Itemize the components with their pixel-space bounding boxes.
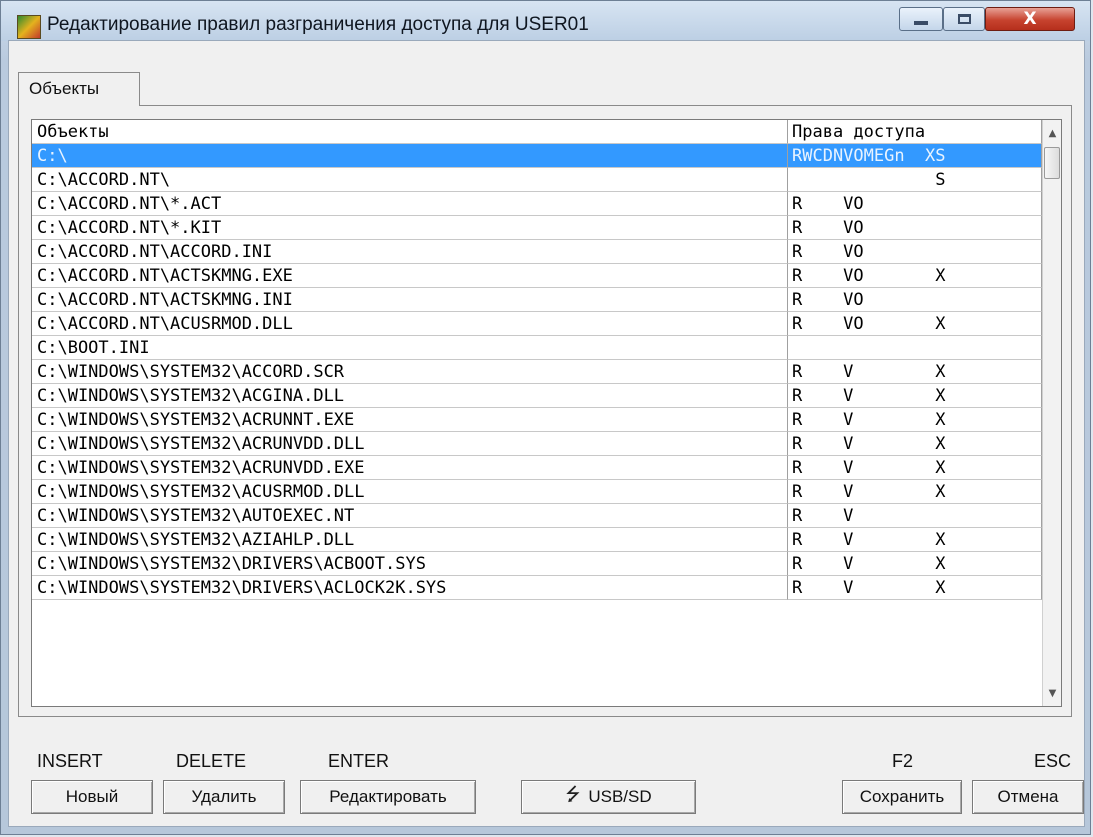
access-rights-cell[interactable]: R V X xyxy=(788,576,1042,600)
access-rights-cell[interactable]: R V X xyxy=(788,408,1042,432)
object-path-cell[interactable]: C:\ACCORD.NT\ACCORD.INI xyxy=(32,240,788,264)
grid-header: Объекты Права доступа xyxy=(32,120,1042,144)
cancel-button-label: Отмена xyxy=(997,787,1059,806)
rules-grid: Объекты Права доступа C:\ RWCDNVOMEGn XS C… xyxy=(31,119,1062,707)
object-path-cell[interactable]: C:\WINDOWS\SYSTEM32\AUTOEXEC.NT xyxy=(32,504,788,528)
usb-icon: ⭍ xyxy=(565,784,581,804)
access-rights-cell[interactable]: R VO xyxy=(788,216,1042,240)
key-hint-enter: ENTER xyxy=(328,751,390,771)
table-row[interactable]: C:\WINDOWS\SYSTEM32\ACCORD.SCR R V X xyxy=(32,360,1042,384)
table-row[interactable]: C:\WINDOWS\SYSTEM32\DRIVERS\ACBOOT.SYS R … xyxy=(32,552,1042,576)
object-path-cell[interactable]: C:\WINDOWS\SYSTEM32\ACRUNVDD.EXE xyxy=(32,456,788,480)
accord-app-icon xyxy=(17,15,41,39)
usb-sd-button[interactable]: ⭍ USB/SD xyxy=(521,780,696,814)
table-row[interactable]: C:\ACCORD.NT\ACUSRMOD.DLL R VO X xyxy=(32,312,1042,336)
object-path-cell[interactable]: C:\WINDOWS\SYSTEM32\ACUSRMOD.DLL xyxy=(32,480,788,504)
table-row[interactable]: C:\WINDOWS\SYSTEM32\AZIAHLP.DLL R V X xyxy=(32,528,1042,552)
access-rights-cell[interactable]: R V X xyxy=(788,552,1042,576)
object-path-cell[interactable]: C:\ACCORD.NT\ xyxy=(32,168,788,192)
delete-button[interactable]: Удалить xyxy=(163,780,285,814)
object-path-cell[interactable]: C:\WINDOWS\SYSTEM32\DRIVERS\ACLOCK2K.SYS xyxy=(32,576,788,600)
object-path-cell[interactable]: C:\WINDOWS\SYSTEM32\ACRUNNT.EXE xyxy=(32,408,788,432)
key-hint-f2: F2 xyxy=(892,751,914,771)
column-header-rights[interactable]: Права доступа xyxy=(788,120,1042,144)
access-rights-cell[interactable]: R VO xyxy=(788,192,1042,216)
edit-button-label: Редактировать xyxy=(329,787,447,806)
object-path-cell[interactable]: C:\BOOT.INI xyxy=(32,336,788,360)
save-button[interactable]: Сохранить xyxy=(842,780,962,814)
table-row[interactable]: C:\WINDOWS\SYSTEM32\ACUSRMOD.DLL R V X xyxy=(32,480,1042,504)
access-rights-cell[interactable]: R VO xyxy=(788,240,1042,264)
access-rights-cell[interactable]: R V X xyxy=(788,480,1042,504)
key-hint-insert: INSERT xyxy=(37,751,103,771)
key-hint-delete: DELETE xyxy=(176,751,247,771)
table-row[interactable]: C:\ACCORD.NT\*.ACT R VO xyxy=(32,192,1042,216)
scroll-down-arrow-icon[interactable]: ▼ xyxy=(1043,684,1061,704)
object-path-cell[interactable]: C:\ACCORD.NT\ACTSKMNG.EXE xyxy=(32,264,788,288)
object-path-cell[interactable]: C:\ACCORD.NT\ACUSRMOD.DLL xyxy=(32,312,788,336)
delete-button-label: Удалить xyxy=(191,787,257,806)
scroll-thumb[interactable] xyxy=(1044,147,1060,179)
close-button[interactable]: X xyxy=(985,7,1075,31)
close-icon: X xyxy=(1023,9,1037,29)
table-row[interactable]: C:\ACCORD.NT\*.KIT R VO xyxy=(32,216,1042,240)
access-rights-cell[interactable]: RWCDNVOMEGn XS xyxy=(788,144,1042,168)
access-rights-cell[interactable]: R V X xyxy=(788,384,1042,408)
object-path-cell[interactable]: C:\WINDOWS\SYSTEM32\ACCORD.SCR xyxy=(32,360,788,384)
object-path-cell[interactable]: C:\ xyxy=(32,144,788,168)
column-header-objects[interactable]: Объекты xyxy=(32,120,788,144)
maximize-button[interactable] xyxy=(943,7,985,31)
minimize-icon xyxy=(914,21,928,25)
new-button[interactable]: Новый xyxy=(31,780,153,814)
access-rights-cell[interactable]: R VO X xyxy=(788,264,1042,288)
key-hint-esc: ESC xyxy=(1034,751,1072,771)
table-row[interactable]: C:\WINDOWS\SYSTEM32\DRIVERS\ACLOCK2K.SYS… xyxy=(32,576,1042,600)
window-title: Редактирование правил разграничения дост… xyxy=(47,14,589,35)
object-path-cell[interactable]: C:\WINDOWS\SYSTEM32\AZIAHLP.DLL xyxy=(32,528,788,552)
table-row[interactable]: C:\WINDOWS\SYSTEM32\ACRUNVDD.DLL R V X xyxy=(32,432,1042,456)
object-path-cell[interactable]: C:\WINDOWS\SYSTEM32\ACRUNVDD.DLL xyxy=(32,432,788,456)
object-path-cell[interactable]: C:\ACCORD.NT\*.KIT xyxy=(32,216,788,240)
scroll-up-arrow-icon[interactable]: ▲ xyxy=(1043,124,1061,144)
minimize-button[interactable] xyxy=(899,7,943,31)
maximize-icon xyxy=(957,14,971,24)
object-path-cell[interactable]: C:\WINDOWS\SYSTEM32\ACGINA.DLL xyxy=(32,384,788,408)
access-rights-cell[interactable]: R V xyxy=(788,504,1042,528)
access-rights-cell[interactable]: R VO xyxy=(788,288,1042,312)
table-row[interactable]: C:\ACCORD.NT\ACTSKMNG.INI R VO xyxy=(32,288,1042,312)
access-rights-cell[interactable]: S xyxy=(788,168,1042,192)
usb-sd-button-label: USB/SD xyxy=(588,787,652,806)
access-rights-cell[interactable]: R VO X xyxy=(788,312,1042,336)
access-rights-cell[interactable]: R V X xyxy=(788,528,1042,552)
save-button-label: Сохранить xyxy=(859,787,945,806)
table-row[interactable]: C:\ACCORD.NT\ S xyxy=(32,168,1042,192)
new-button-label: Новый xyxy=(65,787,119,806)
table-row[interactable]: C:\WINDOWS\SYSTEM32\ACRUNVDD.EXE R V X xyxy=(32,456,1042,480)
table-row[interactable]: C:\WINDOWS\SYSTEM32\ACGINA.DLL R V X xyxy=(32,384,1042,408)
title-bar[interactable]: Редактирование правил разграничения дост… xyxy=(1,1,1090,41)
access-rights-cell[interactable]: R V X xyxy=(788,432,1042,456)
vertical-scrollbar[interactable]: ▲ ▼ xyxy=(1042,120,1061,706)
table-row[interactable]: C:\ RWCDNVOMEGn XS xyxy=(32,144,1042,168)
table-row[interactable]: C:\ACCORD.NT\ACTSKMNG.EXE R VO X xyxy=(32,264,1042,288)
access-rights-cell[interactable]: R V X xyxy=(788,456,1042,480)
tab-objects[interactable]: Объекты xyxy=(18,72,140,106)
object-path-cell[interactable]: C:\ACCORD.NT\ACTSKMNG.INI xyxy=(32,288,788,312)
table-row[interactable]: C:\BOOT.INI xyxy=(32,336,1042,360)
cancel-button[interactable]: Отмена xyxy=(972,780,1084,814)
table-row[interactable]: C:\WINDOWS\SYSTEM32\ACRUNNT.EXE R V X xyxy=(32,408,1042,432)
object-path-cell[interactable]: C:\WINDOWS\SYSTEM32\DRIVERS\ACBOOT.SYS xyxy=(32,552,788,576)
access-rights-cell[interactable]: R V X xyxy=(788,360,1042,384)
access-rights-cell[interactable] xyxy=(788,336,1042,360)
table-row[interactable]: C:\ACCORD.NT\ACCORD.INI R VO xyxy=(32,240,1042,264)
edit-button[interactable]: Редактировать xyxy=(300,780,476,814)
table-row[interactable]: C:\WINDOWS\SYSTEM32\AUTOEXEC.NT R V xyxy=(32,504,1042,528)
object-path-cell[interactable]: C:\ACCORD.NT\*.ACT xyxy=(32,192,788,216)
